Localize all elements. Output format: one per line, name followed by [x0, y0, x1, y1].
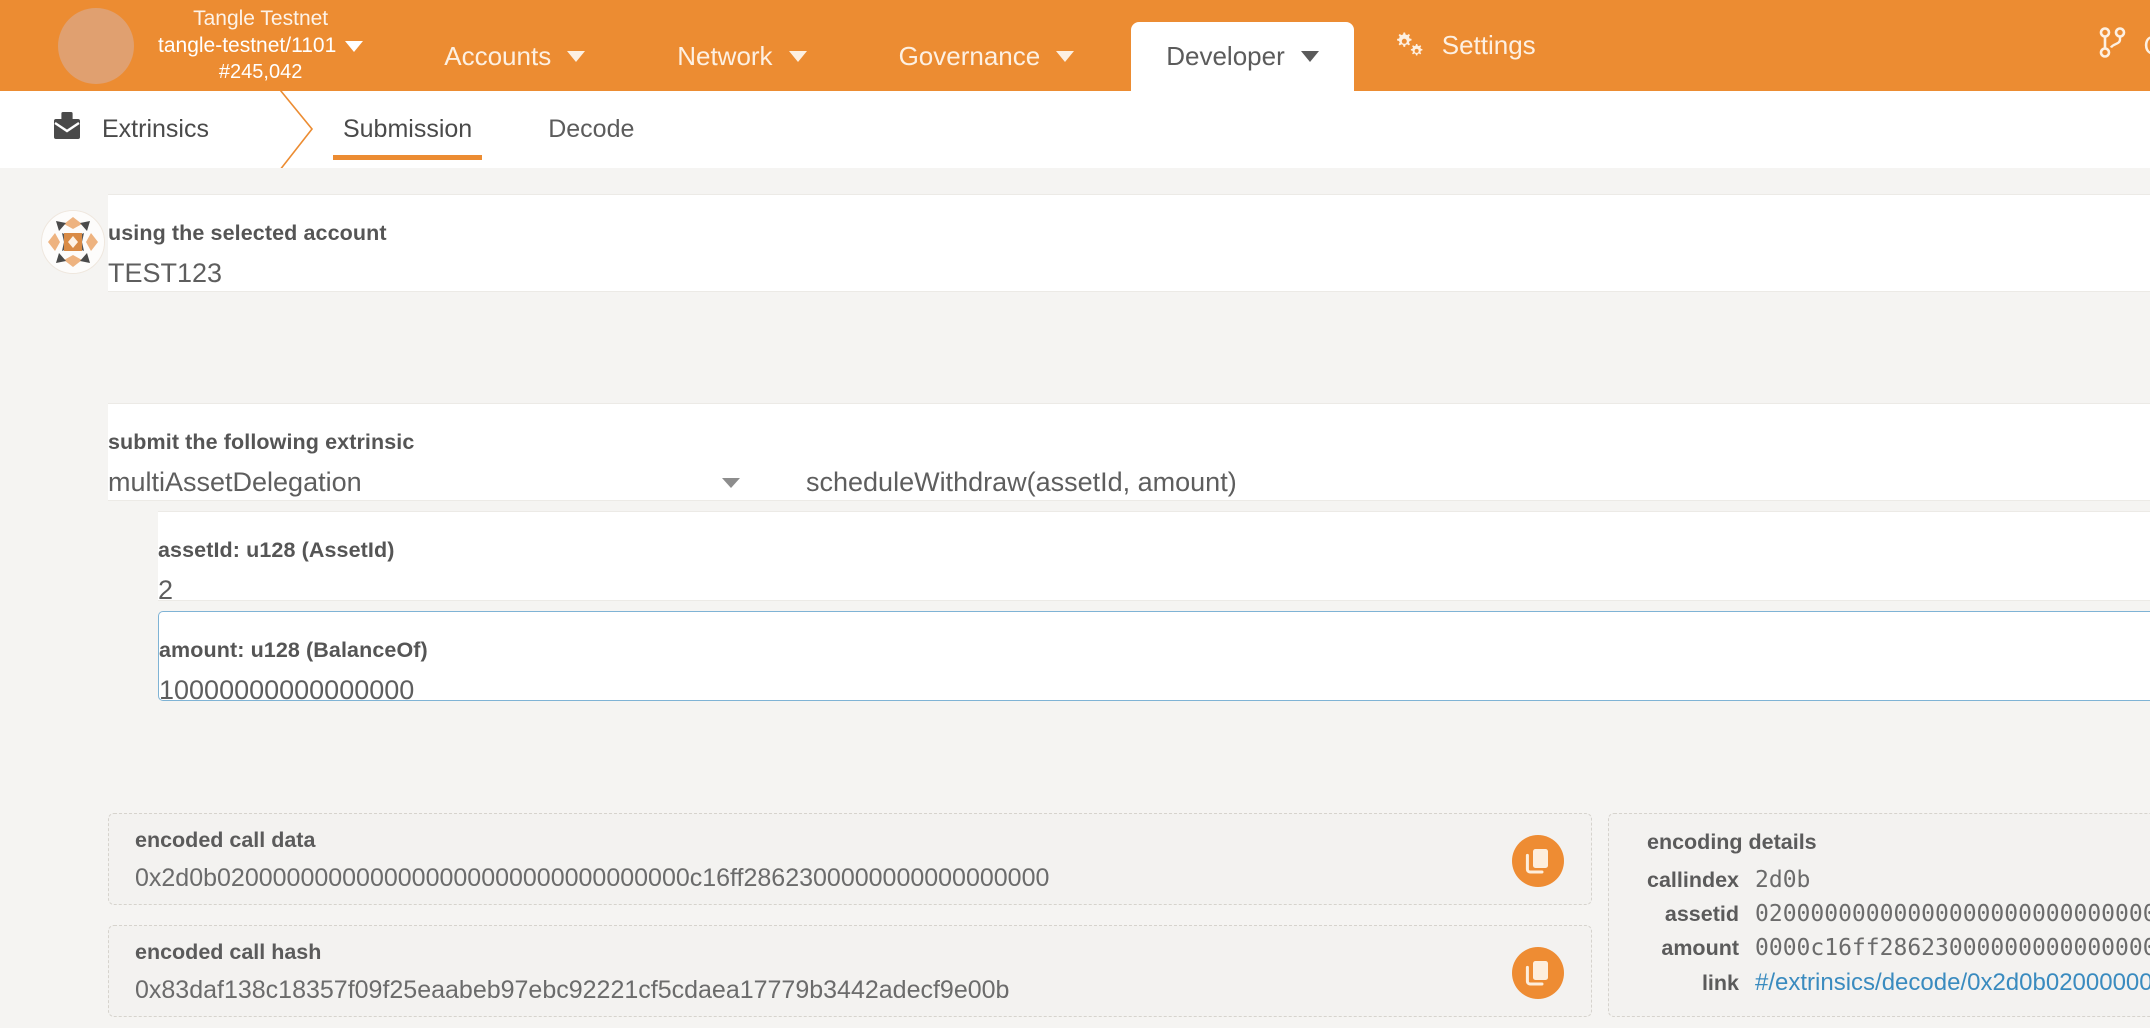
- encoded-call-data-card: encoded call data 0x2d0b0200000000000000…: [108, 813, 1592, 905]
- extrinsic-row: submit the following extrinsic multiAsse…: [108, 403, 2150, 501]
- param-row-amount: amount: u128 (BalanceOf) 100000000000000…: [158, 611, 2150, 705]
- chain-spec: tangle-testnet/1101: [158, 33, 364, 60]
- top-navigation-bar: Tangle Testnet tangle-testnet/1101 #245,…: [0, 0, 2150, 91]
- nav-item-governance[interactable]: Governance: [864, 22, 1110, 91]
- encoded-call-hash-card: encoded call hash 0x83daf138c18357f09f25…: [108, 925, 1592, 1017]
- chain-name: Tangle Testnet: [193, 6, 329, 30]
- settings-label: Settings: [1441, 30, 1536, 60]
- chevron-down-icon: [567, 51, 586, 62]
- encoding-detail-row-link: link #/extrinsics/decode/0x2d0b020000000…: [1609, 969, 2150, 997]
- encoding-details-card: encoding details callindex 2d0b assetid …: [1608, 813, 2150, 1017]
- pallet-select[interactable]: multiAssetDelegation: [108, 467, 768, 498]
- nav-item-settings[interactable]: Settings: [1376, 30, 1554, 61]
- detail-value: 0000c16ff2862300000000000000000000: [1755, 935, 2150, 961]
- main-content: using the selected account TEST123 submi…: [0, 168, 2150, 1028]
- pallet-value: multiAssetDelegation: [108, 467, 362, 497]
- git-branch-icon: [2097, 25, 2127, 66]
- account-value[interactable]: TEST123: [108, 258, 387, 289]
- method-select[interactable]: scheduleWithdraw(assetId, amount): [806, 467, 1237, 498]
- copy-call-hash-button[interactable]: [1512, 947, 1564, 999]
- encoded-call-hash-label: encoded call hash: [135, 940, 322, 964]
- breadcrumb-label: Extrinsics: [102, 115, 209, 143]
- detail-value: 0200000000000000000000000000000000: [1755, 901, 2150, 927]
- breadcrumb[interactable]: Extrinsics: [0, 91, 261, 168]
- account-row: using the selected account TEST123: [41, 194, 2150, 292]
- detail-key: callindex: [1646, 868, 1739, 892]
- nav-item-label: Developer: [1166, 41, 1285, 71]
- extrinsic-label: submit the following extrinsic: [108, 430, 415, 454]
- encoding-detail-row-amount: amount 0000c16ff286230000000000000000000…: [1609, 935, 2150, 961]
- chevron-down-icon: [1056, 51, 1075, 62]
- nav-item-accounts[interactable]: Accounts: [409, 22, 620, 91]
- nav-item-label: Network: [677, 41, 773, 71]
- chain-logo: [58, 7, 134, 84]
- tab-submission[interactable]: Submission: [332, 91, 483, 168]
- detail-value: 2d0b: [1755, 867, 1811, 893]
- chevron-down-icon: [788, 51, 807, 62]
- chevron-down-icon: [1300, 51, 1319, 62]
- detail-key: link: [1701, 971, 1739, 995]
- encoded-call-data-label: encoded call data: [135, 828, 316, 852]
- tab-label: Submission: [342, 115, 473, 143]
- chain-selector[interactable]: Tangle Testnet tangle-testnet/1101 #245,…: [158, 6, 364, 85]
- copy-call-data-button[interactable]: [1512, 835, 1564, 887]
- secondary-tab-bar: Extrinsics Submission Decode: [0, 91, 2150, 168]
- avatar: [41, 210, 105, 274]
- gears-icon: [1394, 31, 1428, 61]
- account-label: using the selected account: [108, 221, 387, 245]
- tab-list: Submission Decode: [332, 91, 700, 168]
- chain-block-number: #245,042: [218, 60, 303, 83]
- decode-link[interactable]: #/extrinsics/decode/0x2d0b02000000000: [1755, 969, 2150, 997]
- param-label: amount: u128 (BalanceOf): [159, 638, 428, 662]
- breadcrumb-separator: [279, 91, 314, 168]
- param-label: assetId: u128 (AssetId): [158, 538, 395, 562]
- encoded-call-hash-value: 0x83daf138c18357f09f25eaabeb97ebc92221cf…: [135, 976, 1010, 1004]
- encoding-detail-row-assetid: assetid 02000000000000000000000000000000…: [1609, 901, 2150, 927]
- encoded-call-data-value: 0x2d0b0200000000000000000000000000000000…: [135, 864, 1050, 892]
- chain-spec-label: tangle-testnet/1101: [158, 33, 337, 57]
- nav-item-label: Accounts: [444, 41, 552, 71]
- tab-decode[interactable]: Decode: [538, 91, 644, 168]
- detail-key: amount: [1661, 936, 1739, 960]
- main-nav: Accounts Network Governance Developer Se…: [409, 0, 2150, 91]
- param-input-amount[interactable]: 10000000000000000: [159, 675, 428, 706]
- chevron-down-icon: [345, 40, 364, 52]
- git-label: Git: [2143, 30, 2150, 61]
- encoding-detail-row-callindex: callindex 2d0b: [1609, 867, 2150, 893]
- nav-item-network[interactable]: Network: [642, 22, 841, 91]
- encoding-details-title: encoding details: [1647, 830, 1817, 854]
- chevron-down-icon: [722, 477, 740, 488]
- param-row-assetid: assetId: u128 (AssetId) 2: [158, 511, 2150, 605]
- tab-label: Decode: [548, 115, 635, 143]
- param-input-assetid[interactable]: 2: [158, 575, 395, 606]
- detail-key: assetid: [1664, 902, 1739, 926]
- nav-item-label: Governance: [898, 41, 1041, 71]
- inbox-icon: [52, 110, 82, 149]
- nav-item-developer[interactable]: Developer: [1131, 22, 1354, 91]
- git-link[interactable]: Git: [2097, 25, 2150, 66]
